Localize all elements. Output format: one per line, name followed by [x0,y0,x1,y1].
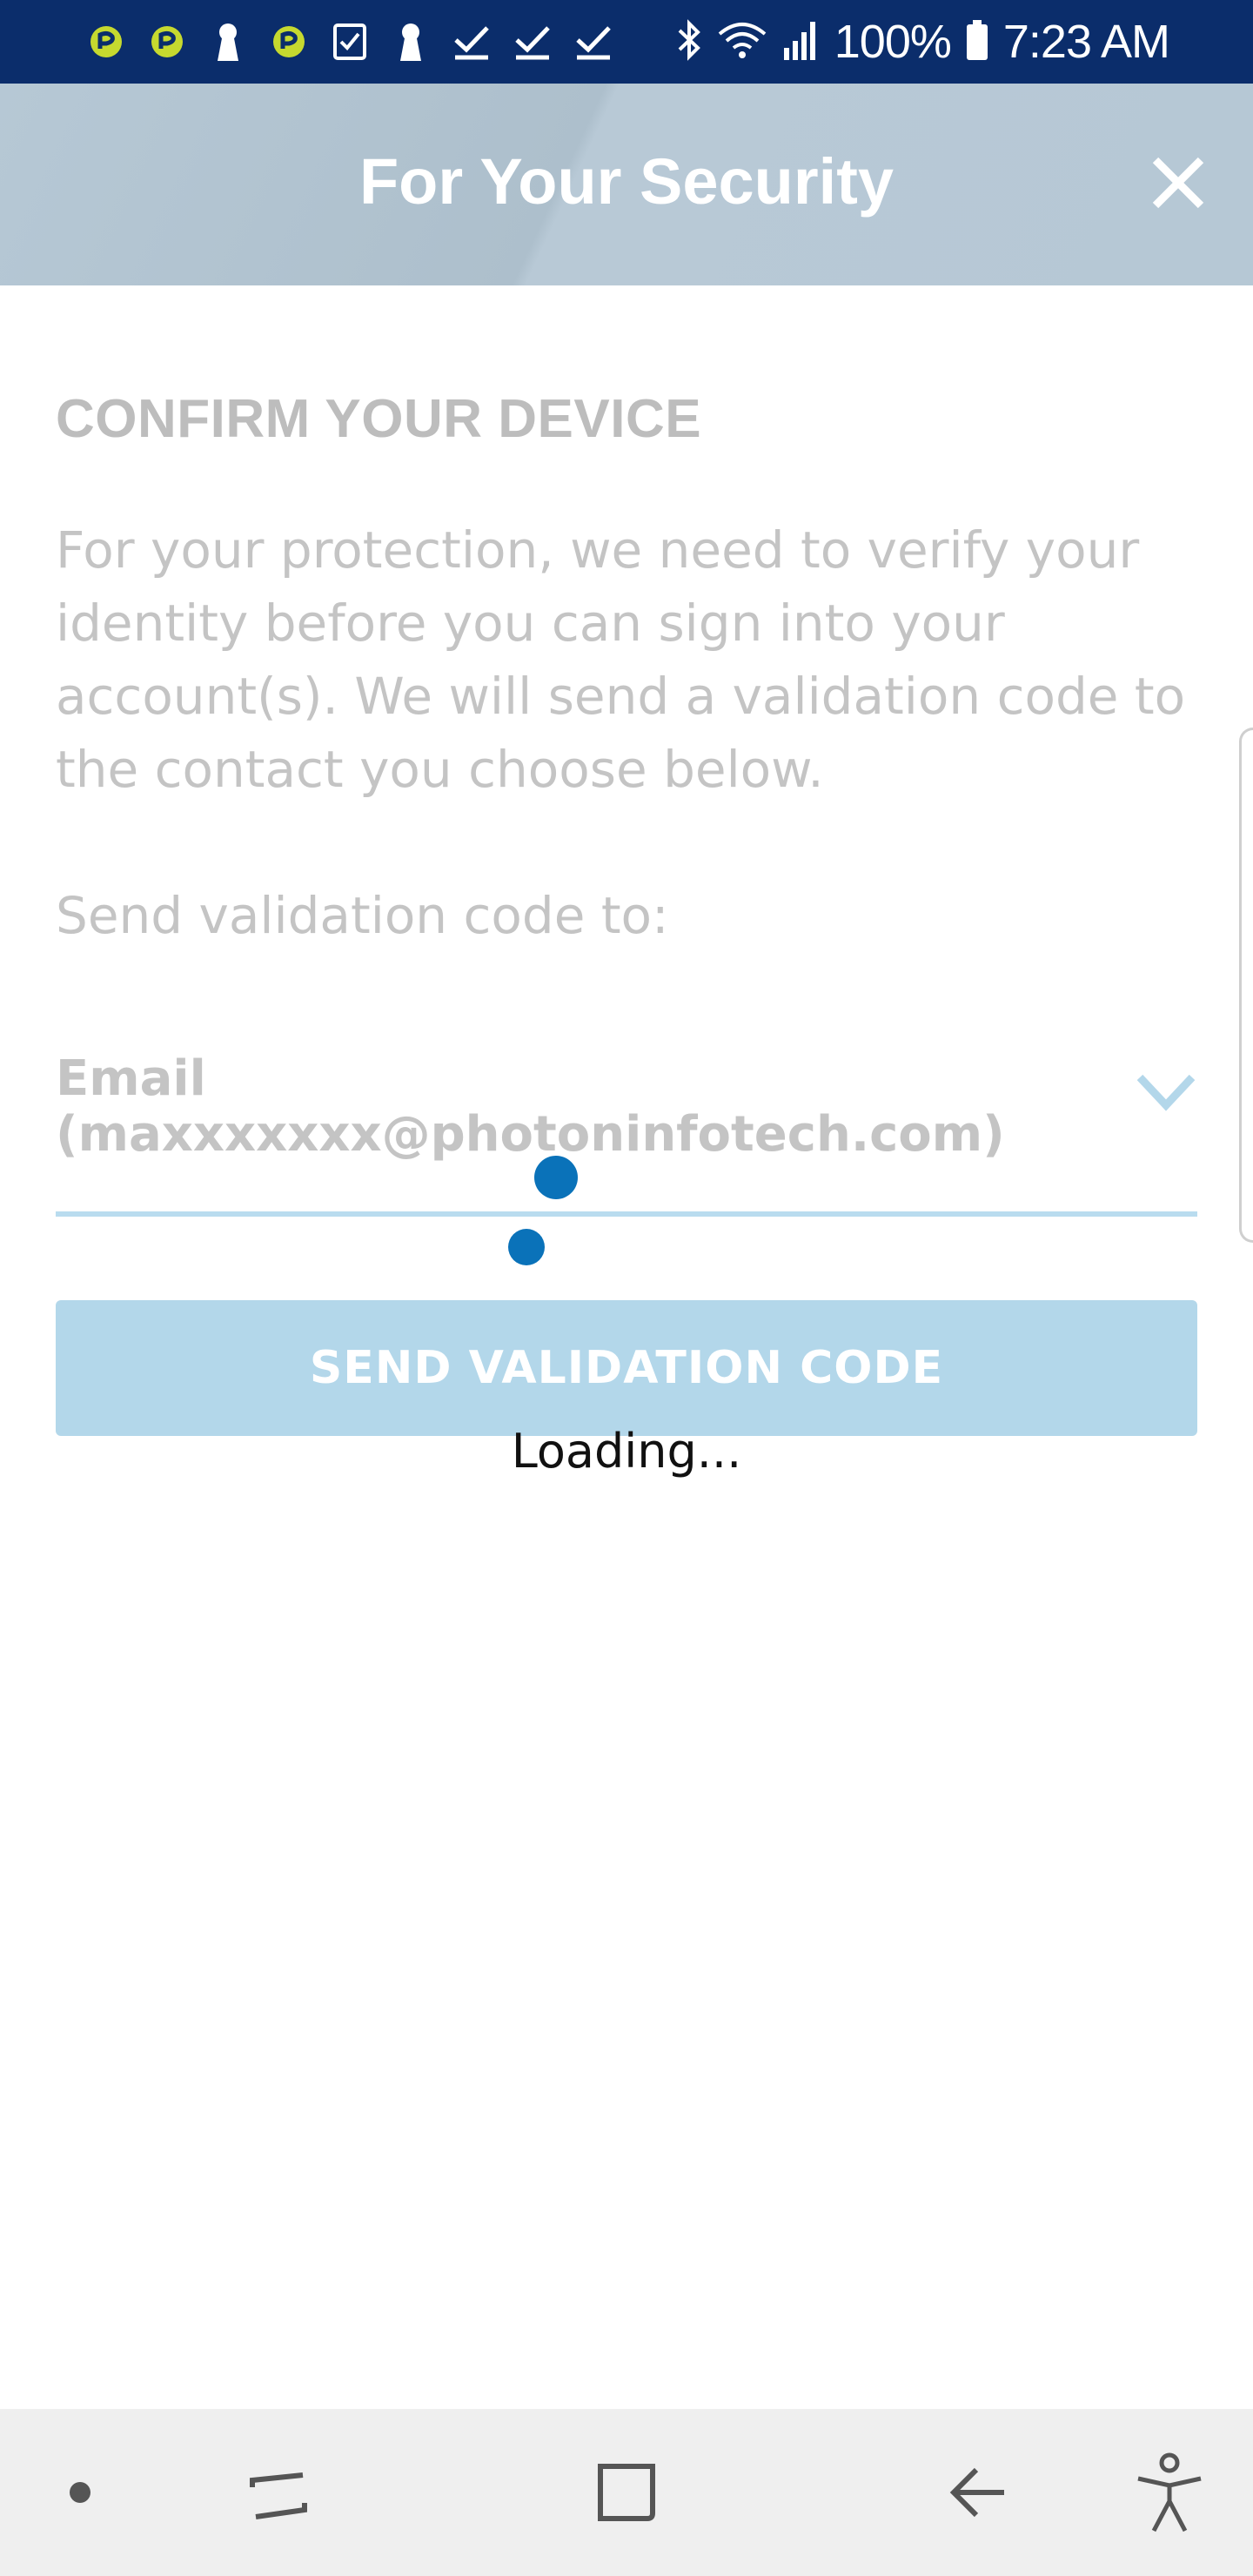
signal-icon [782,18,821,65]
accessibility-icon [1137,2452,1202,2532]
navigation-bar [0,2409,1253,2576]
check-download-icon [571,19,616,64]
keyhole-icon [205,19,251,64]
home-icon [598,2464,655,2521]
app-notification-icon [266,19,312,64]
recent-apps-icon [250,2472,307,2519]
close-icon [1152,157,1204,209]
notification-icons [84,19,616,64]
contact-method-value: Email (maxxxxxxx@photoninfotech.com) [56,1050,1005,1163]
app-notification-icon [144,19,190,64]
chevron-down-icon [1136,1074,1196,1111]
page-title: For Your Security [358,145,895,218]
edge-panel-handle[interactable] [1239,728,1253,1243]
loading-spinner-dot [534,1156,578,1199]
battery-percentage: 100% [834,16,952,68]
nav-dot-button[interactable] [10,2409,150,2576]
description-text: For your protection, we need to verify y… [56,520,1186,799]
contact-method-select[interactable]: Email (maxxxxxxx@photoninfotech.com) [56,1051,1197,1217]
send-to-label: Send validation code to: [56,886,669,945]
task-checkbox-icon [327,19,372,64]
check-download-icon [510,19,555,64]
keyhole-icon [388,19,433,64]
home-button[interactable] [557,2409,696,2576]
send-validation-code-button[interactable]: SEND VALIDATION CODE [56,1300,1197,1436]
close-button[interactable] [1136,141,1220,225]
bluetooth-icon [676,18,702,65]
wifi-icon [716,18,768,65]
check-download-icon [449,19,494,64]
section-heading: CONFIRM YOUR DEVICE [56,389,702,449]
accessibility-button[interactable] [1100,2409,1239,2576]
status-bar: 100% 7:23 AM [0,0,1253,84]
back-icon [949,2467,1004,2518]
clock: 7:23 AM [1002,16,1170,68]
back-button[interactable] [908,2409,1048,2576]
app-notification-icon [84,19,129,64]
loading-spinner-dot [508,1229,545,1265]
status-system-icons: 100% 7:23 AM [676,0,1170,84]
battery-icon [965,18,989,65]
dot-icon [70,2482,90,2503]
loading-text: Loading... [511,1424,742,1479]
app-header: For Your Security [0,84,1253,285]
recent-apps-button[interactable] [209,2409,348,2576]
